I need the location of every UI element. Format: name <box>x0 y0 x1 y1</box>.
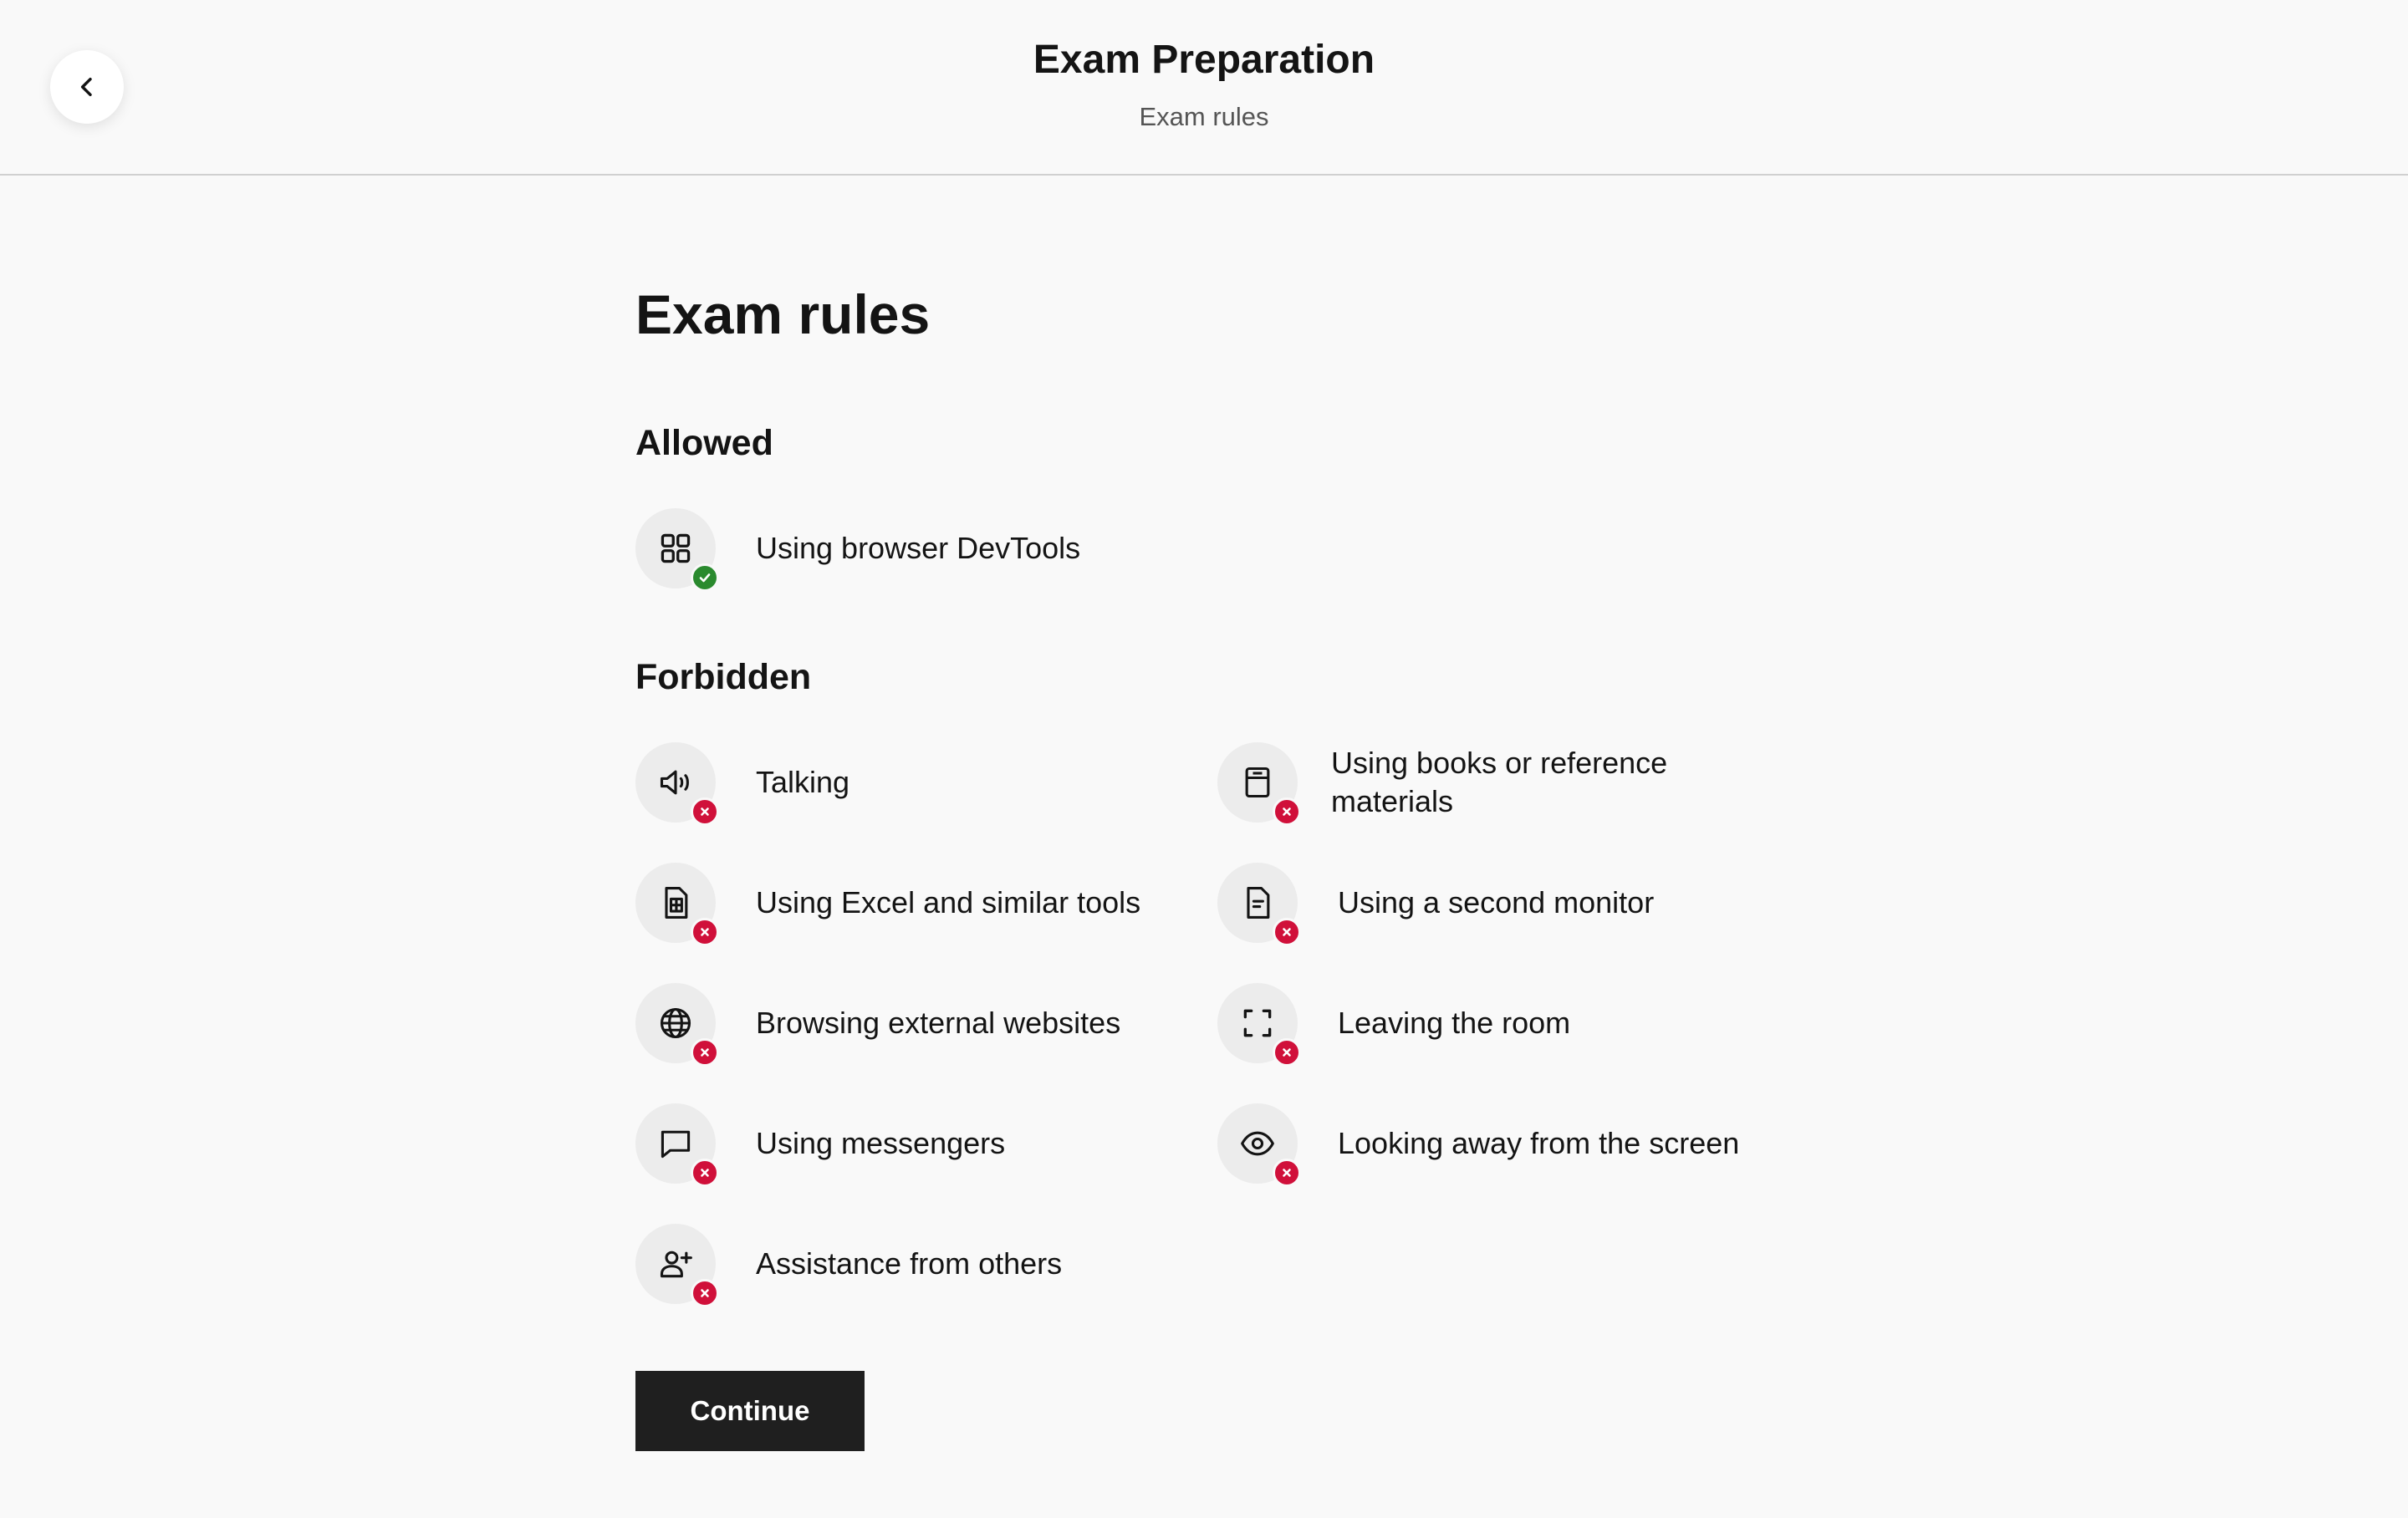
rule-forbidden-talking: Talking <box>635 741 1191 826</box>
rule-icon-container <box>635 1224 719 1307</box>
rule-forbidden-excel: Using Excel and similar tools <box>635 861 1224 946</box>
rule-forbidden-leaving-room: Leaving the room <box>1217 981 1773 1067</box>
rule-icon-container <box>635 508 719 592</box>
forbidden-badge <box>1273 1159 1301 1187</box>
user-add-icon <box>660 1251 692 1278</box>
rule-forbidden-websites: Browsing external websites <box>635 981 1191 1067</box>
rule-label: Using Excel and similar tools <box>756 885 1141 919</box>
chat-icon <box>661 1130 691 1159</box>
rule-icon-container <box>635 863 719 946</box>
close-icon <box>1283 928 1291 936</box>
speaker-icon <box>660 770 689 795</box>
rule-label: Using browser DevTools <box>756 531 1081 565</box>
fullscreen-icon <box>1243 1009 1272 1037</box>
close-icon <box>701 1048 709 1057</box>
rule-icon-container <box>1217 863 1301 946</box>
close-icon <box>701 807 709 816</box>
rule-forbidden-second-monitor: Using a second monitor <box>1217 861 1773 946</box>
rule-label: Using messengers <box>756 1126 1006 1160</box>
page-title: Exam rules <box>635 283 931 345</box>
close-icon <box>1283 1048 1291 1057</box>
rule-label: Browsing external websites <box>756 1006 1121 1040</box>
rule-icon-container <box>635 1103 719 1187</box>
book-icon <box>1245 767 1270 798</box>
check-icon <box>699 573 711 583</box>
header-title: Exam Preparation <box>1033 38 1375 82</box>
rule-label: Leaving the room <box>1338 1006 1571 1040</box>
rule-forbidden-messengers: Using messengers <box>635 1102 1191 1187</box>
rule-label: Assistance from others <box>756 1246 1063 1281</box>
top-bar: Exam Preparation Exam rules <box>0 0 2408 176</box>
rule-icon-container <box>1217 983 1301 1067</box>
allowed-badge <box>691 563 719 592</box>
forbidden-badge <box>1273 797 1301 826</box>
rule-icon-container <box>635 983 719 1067</box>
forbidden-badge <box>691 918 719 946</box>
rule-label: Using books or reference materials <box>1331 746 1668 818</box>
spreadsheet-icon <box>665 887 688 919</box>
grid-icon <box>661 533 691 563</box>
forbidden-badge <box>691 1279 719 1307</box>
forbidden-section-title: Forbidden <box>635 657 812 697</box>
forbidden-badge <box>1273 1038 1301 1067</box>
rule-label: Using a second monitor <box>1338 885 1655 919</box>
close-icon <box>701 928 709 936</box>
forbidden-badge <box>691 797 719 826</box>
forbidden-badge <box>691 1159 719 1187</box>
close-icon <box>1283 1169 1291 1177</box>
rule-icon-container <box>1217 1103 1301 1187</box>
close-icon <box>1283 807 1291 816</box>
rule-forbidden-books: Using books or reference materials <box>1217 741 1766 826</box>
close-icon <box>701 1289 709 1297</box>
close-icon <box>701 1169 709 1177</box>
rule-forbidden-looking-away: Looking away from the screen <box>1217 1102 1806 1187</box>
rule-label: Talking <box>756 765 850 799</box>
rule-icon-container <box>635 742 719 826</box>
header-subtitle: Exam rules <box>1139 102 1269 131</box>
continue-button[interactable]: Continue <box>635 1371 865 1451</box>
forbidden-badge <box>1273 918 1301 946</box>
document-icon <box>1247 887 1270 919</box>
rule-label: Looking away from the screen <box>1338 1126 1740 1160</box>
forbidden-badge <box>691 1038 719 1067</box>
rule-icon-container <box>1217 742 1301 826</box>
rule-allowed-devtools: Using browser DevTools <box>635 507 1191 592</box>
globe-icon <box>660 1007 691 1039</box>
eye-icon <box>1241 1131 1274 1156</box>
rule-forbidden-assistance: Assistance from others <box>635 1222 1191 1307</box>
allowed-section-title: Allowed <box>635 423 773 463</box>
